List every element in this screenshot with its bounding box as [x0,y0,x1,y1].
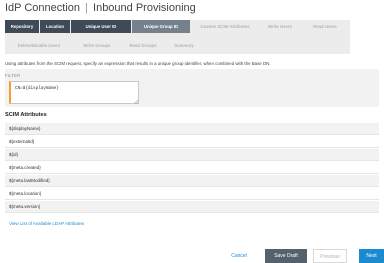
page-title-connection: IdP Connection [5,2,81,14]
next-button[interactable]: Next [359,249,384,263]
tab-delete-disable-users[interactable]: Delete/Disable Users [5,39,73,52]
resize-handle-icon[interactable] [133,99,138,104]
tab-write-users[interactable]: Write Users [260,20,300,33]
instruction-text: Using attributes from the SCIM request, … [5,61,271,66]
tab-repository[interactable]: Repository [5,20,39,33]
scim-attribute-row[interactable]: ${id} [5,149,379,161]
tab-summary[interactable]: Summary [166,39,202,52]
page-title: IdP Connection | Inbound Provisioning [5,2,196,14]
save-draft-button[interactable]: Save Draft [265,249,307,263]
tab-read-users[interactable]: Read Users [301,20,349,33]
scim-attribute-row[interactable]: ${meta.version} [5,201,379,213]
tab-custom-scim-attributes[interactable]: Custom SCIM Attributes [191,20,259,33]
scim-attribute-row[interactable]: ${meta.location} [5,188,379,200]
tab-unique-group-id[interactable]: Unique Group ID [132,20,190,33]
tab-write-groups[interactable]: Write Groups [74,39,120,52]
cancel-button[interactable]: Cancel [228,249,250,263]
scim-attribute-row[interactable]: ${meta.lastModified} [5,175,379,187]
previous-button[interactable]: Previous [313,249,347,263]
tab-read-groups[interactable]: Read Groups [121,39,165,52]
tab-unique-user-id[interactable]: Unique User ID [71,20,131,33]
scim-attribute-row[interactable]: ${displayName} [5,123,379,135]
scim-attribute-row[interactable]: ${externalId} [5,136,379,148]
scim-attributes-heading: SCIM Attributes [5,112,47,118]
title-separator: | [85,2,88,14]
tab-location[interactable]: Location [40,20,70,33]
filter-label: FILTER [5,73,21,78]
filter-expression-field[interactable]: CN=${displayName} [9,81,139,104]
view-ldap-attributes-link[interactable]: View List of Available LDAP Attributes [9,221,84,226]
scim-attribute-row[interactable]: ${meta.created} [5,162,379,174]
page-title-section: Inbound Provisioning [93,2,196,14]
